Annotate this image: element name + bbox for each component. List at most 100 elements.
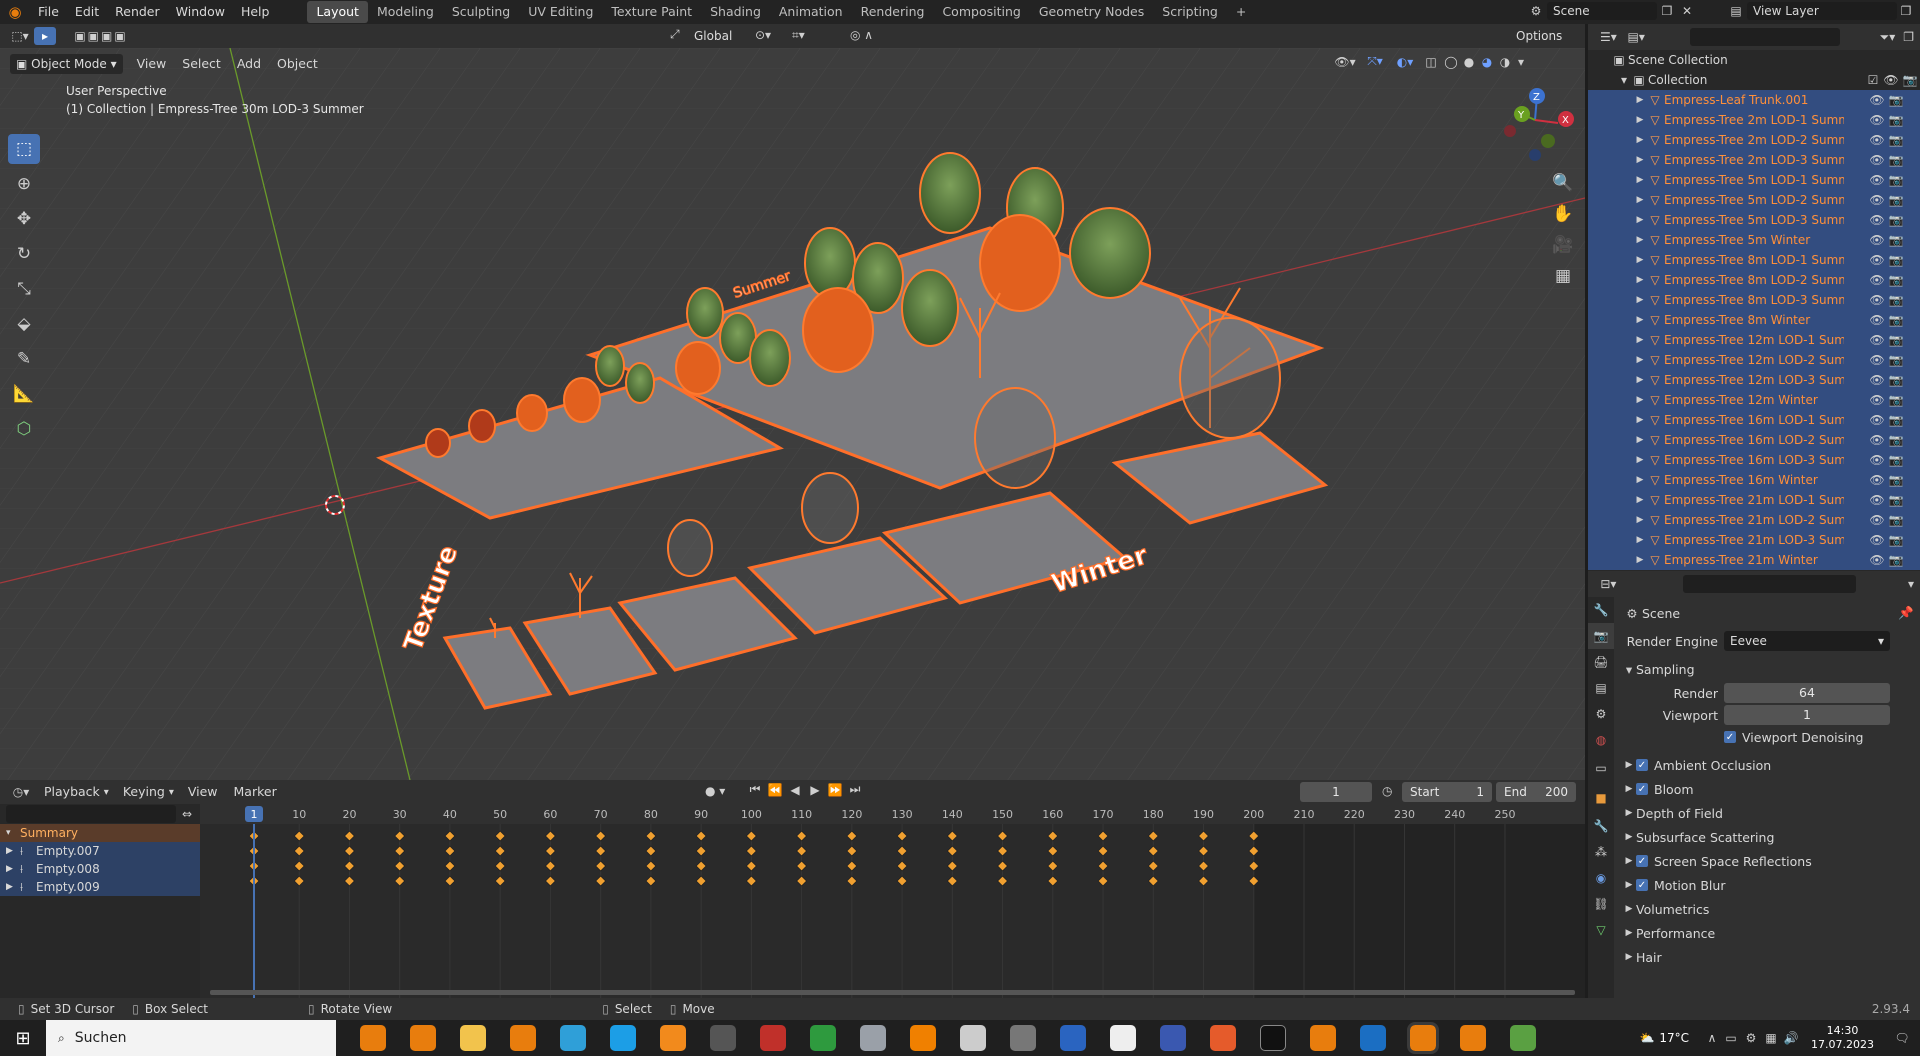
outliner-object-row[interactable]: ▶ ▽ Empress-Tree 5m Winter 👁 📷: [1588, 230, 1920, 250]
app-icon[interactable]: [960, 1025, 986, 1051]
scene-collection-row[interactable]: ▣ Scene Collection: [1588, 50, 1920, 70]
ortho-toggle-icon[interactable]: ▦: [1550, 263, 1576, 289]
camera-icon[interactable]: 📷: [1886, 193, 1906, 207]
tool-tab-icon[interactable]: 🔧: [1588, 597, 1614, 623]
keyframe[interactable]: [846, 830, 858, 842]
eye-icon[interactable]: 👁: [1868, 413, 1886, 427]
keyframe[interactable]: [595, 830, 607, 842]
camera-icon[interactable]: 📷: [1886, 453, 1906, 467]
eye-icon[interactable]: 👁: [1868, 273, 1886, 287]
swap-icon[interactable]: ⇔: [182, 807, 192, 821]
tab-shading[interactable]: Shading: [701, 1, 770, 23]
move-tool-icon[interactable]: ✥: [8, 204, 40, 234]
expand-arrow-icon[interactable]: ▶: [1634, 515, 1646, 525]
outliner-object-row[interactable]: ▶ ▽ Empress-Tree 2m LOD-1 Summ 👁 📷: [1588, 110, 1920, 130]
modifier-tab-icon[interactable]: 🔧: [1588, 813, 1614, 839]
summary-channel[interactable]: ▾ Summary: [0, 824, 200, 842]
camera-icon[interactable]: 📷: [1886, 373, 1906, 387]
outliner-object-row[interactable]: ▶ ▽ Empress-Tree 21m LOD-1 Sum 👁 📷: [1588, 490, 1920, 510]
menu-window[interactable]: Window: [168, 0, 233, 24]
scene-field[interactable]: Scene: [1547, 2, 1657, 20]
overlay-toggle-icon[interactable]: ◐▾: [1390, 55, 1420, 69]
pin-icon[interactable]: 📌: [1898, 605, 1914, 621]
collection-tab-icon[interactable]: ▭: [1588, 753, 1614, 783]
panel-volumetrics[interactable]: ▶ Volumetrics: [1622, 897, 1914, 921]
eye-icon[interactable]: 👁: [1868, 253, 1886, 267]
options-dropdown[interactable]: Options: [1510, 26, 1568, 46]
xray-icon[interactable]: ◫: [1420, 55, 1442, 69]
camera-icon[interactable]: 📷: [1886, 173, 1906, 187]
keyframe[interactable]: [293, 875, 305, 887]
keyframe[interactable]: [846, 875, 858, 887]
keyframe[interactable]: [796, 845, 808, 857]
end-frame-field[interactable]: End 200: [1496, 782, 1576, 802]
view-layer-field[interactable]: View Layer: [1747, 2, 1897, 20]
eye-icon[interactable]: 👁: [1868, 193, 1886, 207]
cursor-tool-icon[interactable]: ⊕: [8, 169, 40, 199]
eye-icon[interactable]: 👁: [1868, 553, 1886, 567]
denoising-checkbox[interactable]: ✓: [1724, 731, 1736, 743]
keyframe[interactable]: [695, 845, 707, 857]
expand-arrow-icon[interactable]: ▶: [1634, 355, 1646, 365]
proportional-edit-icon[interactable]: ◎ ∧: [850, 28, 873, 42]
eye-icon[interactable]: 👁: [1868, 433, 1886, 447]
temperature-label[interactable]: 17°C: [1659, 1031, 1689, 1045]
filter-icon[interactable]: ⏷▾: [1880, 30, 1896, 45]
camera-icon[interactable]: 📷: [1886, 333, 1906, 347]
skype-app-icon[interactable]: [610, 1025, 636, 1051]
keyframe[interactable]: [1097, 860, 1109, 872]
x-app-icon[interactable]: [810, 1025, 836, 1051]
expand-arrow-icon[interactable]: ▶: [1634, 195, 1646, 205]
tray-icon[interactable]: ▭: [1721, 1031, 1741, 1045]
expand-arrow-icon[interactable]: ▶: [1634, 135, 1646, 145]
keyframe[interactable]: [695, 830, 707, 842]
camera-icon[interactable]: 📷: [1886, 533, 1906, 547]
timeline-scrollbar[interactable]: [210, 990, 1575, 995]
firefox-app-icon[interactable]: [1210, 1025, 1236, 1051]
eye-icon[interactable]: 👁: [1868, 493, 1886, 507]
object-tab-icon[interactable]: ■: [1588, 783, 1614, 813]
play-reverse-icon[interactable]: ◀: [785, 783, 805, 797]
expand-arrow-icon[interactable]: ▶: [1634, 215, 1646, 225]
expand-arrow-icon[interactable]: ▾: [1618, 73, 1630, 87]
camera-icon[interactable]: 📷: [1886, 113, 1906, 127]
eye-icon[interactable]: 👁: [1868, 353, 1886, 367]
camera-icon[interactable]: 📷: [1886, 253, 1906, 267]
add-workspace-button[interactable]: +: [1227, 1, 1255, 23]
keyframe[interactable]: [796, 875, 808, 887]
panel-checkbox[interactable]: ✓: [1636, 855, 1648, 867]
constraints-tab-icon[interactable]: ⛓: [1588, 891, 1614, 917]
eye-icon[interactable]: 👁: [1868, 313, 1886, 327]
outliner-object-row[interactable]: ▶ ▽ Empress-Tree 16m LOD-2 Sum 👁 📷: [1588, 430, 1920, 450]
shading-solid-icon[interactable]: ●: [1460, 55, 1478, 69]
keyframe[interactable]: [293, 860, 305, 872]
outliner-object-row[interactable]: ▶ ▽ Empress-Tree 12m LOD-3 Sum 👁 📷: [1588, 370, 1920, 390]
obs-app-icon[interactable]: [710, 1025, 736, 1051]
keyframe[interactable]: [544, 845, 556, 857]
keyframe[interactable]: [846, 845, 858, 857]
keyframe[interactable]: [444, 845, 456, 857]
view-layer-tab-icon[interactable]: ▤: [1588, 675, 1614, 701]
expand-arrow-icon[interactable]: ▶: [6, 864, 20, 874]
notifications-icon[interactable]: 🗨: [1884, 1031, 1920, 1045]
outliner-object-row[interactable]: ▶ ▽ Empress-Tree 5m LOD-3 Summ 👁 📷: [1588, 210, 1920, 230]
outliner-object-row[interactable]: ▶ ▽ Empress-Tree 16m LOD-3 Sum 👁 📷: [1588, 450, 1920, 470]
keyframe[interactable]: [1198, 875, 1210, 887]
eye-icon[interactable]: 👁: [1868, 393, 1886, 407]
camera-icon[interactable]: 📷: [1886, 553, 1906, 567]
snap-icon[interactable]: ⌗▾: [792, 28, 805, 43]
close-icon[interactable]: ✕: [1677, 4, 1697, 18]
keyframe[interactable]: [745, 830, 757, 842]
app-icon[interactable]: [1010, 1025, 1036, 1051]
outlook-app-icon[interactable]: [1360, 1025, 1386, 1051]
red-app-icon[interactable]: [760, 1025, 786, 1051]
view-layer-selector[interactable]: ▤ View Layer ❐: [1725, 2, 1915, 20]
keyframe[interactable]: [293, 830, 305, 842]
expand-arrow-icon[interactable]: ▶: [1634, 495, 1646, 505]
outliner-object-row[interactable]: ▶ ▽ Empress-Tree 21m LOD-2 Sum 👁 📷: [1588, 510, 1920, 530]
viewport-samples-field[interactable]: 1: [1724, 705, 1890, 725]
pan-hand-icon[interactable]: ✋: [1550, 201, 1576, 227]
keyframe[interactable]: [343, 830, 355, 842]
expand-arrow-icon[interactable]: ▶: [1634, 475, 1646, 485]
visibility-icon[interactable]: 👁▾: [1330, 55, 1360, 69]
